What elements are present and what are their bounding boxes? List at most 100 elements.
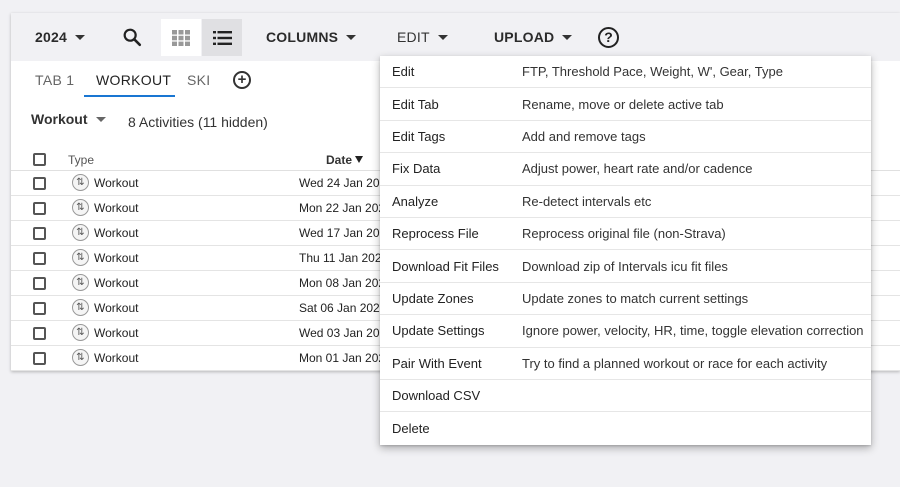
list-icon (212, 30, 232, 45)
filter-selected-label: Workout (31, 111, 88, 127)
row-type: Workout (94, 176, 139, 190)
menu-item-analyze[interactable]: Analyze Re-detect intervals etc (380, 186, 871, 218)
search-icon (123, 28, 142, 47)
menu-item-description: Update zones to match current settings (522, 290, 749, 306)
chevron-down-icon (74, 34, 85, 40)
row-date: Mon 01 Jan 2024 (299, 351, 392, 365)
menu-item-download-fit-files[interactable]: Download Fit Files Download zip of Interv… (380, 250, 871, 283)
row-type: Workout (94, 251, 139, 265)
menu-item-description: Ignore power, velocity, HR, time, toggle… (522, 323, 864, 339)
column-header-type[interactable]: Type (68, 153, 94, 167)
row-date: Mon 08 Jan 2024 (299, 276, 392, 290)
menu-item-edit-tab[interactable]: Edit Tab Rename, move or delete active ta… (380, 88, 871, 121)
menu-item-label: Download CSV (392, 388, 481, 404)
chevron-down-icon (346, 34, 357, 40)
menu-item-label: Edit Tab (392, 96, 439, 112)
menu-item-label: Edit Tags (392, 128, 446, 144)
workout-type-icon: ⇅ (72, 299, 89, 316)
workout-type-icon: ⇅ (72, 324, 89, 341)
row-type: Workout (94, 276, 139, 290)
menu-item-fix-data[interactable]: Fix Data Adjust power, heart rate and/or … (380, 153, 871, 186)
menu-item-description: Adjust power, heart rate and/or cadence (522, 161, 753, 177)
column-header-date[interactable]: Date (326, 153, 364, 167)
edit-label: EDIT (397, 29, 430, 45)
menu-item-description: Download zip of Intervals icu fit files (522, 258, 728, 274)
select-all-checkbox[interactable] (33, 153, 46, 166)
menu-item-description: Add and remove tags (522, 128, 646, 144)
menu-item-update-settings[interactable]: Update Settings Ignore power, velocity, H… (380, 315, 871, 348)
row-checkbox[interactable] (33, 177, 46, 190)
menu-item-label: Edit (392, 64, 415, 80)
tab-ski[interactable]: SKI (187, 61, 210, 98)
edit-dropdown-menu: Edit FTP, Threshold Pace, Weight, W', Gea… (380, 56, 871, 445)
row-date: Wed 17 Jan 2024 (299, 226, 393, 240)
row-type: Workout (94, 326, 139, 340)
menu-item-description: Re-detect intervals etc (522, 193, 652, 209)
add-tab-icon[interactable]: + (233, 71, 251, 89)
active-tab-indicator (84, 95, 175, 97)
menu-item-label: Pair With Event (392, 355, 482, 371)
help-button[interactable]: ? (598, 13, 619, 61)
row-date: Wed 03 Jan 2024 (299, 326, 393, 340)
grid-icon (172, 29, 190, 46)
activities-count: 8 Activities (11 hidden) (128, 114, 268, 130)
workout-type-icon: ⇅ (72, 349, 89, 366)
row-date: Mon 22 Jan 2024 (299, 201, 392, 215)
year-select[interactable]: 2024 (35, 13, 85, 61)
row-checkbox[interactable] (33, 302, 46, 315)
row-checkbox[interactable] (33, 327, 46, 340)
row-checkbox[interactable] (33, 277, 46, 290)
columns-menu-button[interactable]: COLUMNS (266, 13, 357, 61)
chevron-down-icon (95, 116, 106, 122)
row-checkbox[interactable] (33, 352, 46, 365)
row-date: Sat 06 Jan 2024 (299, 301, 387, 315)
row-type: Workout (94, 201, 139, 215)
menu-item-label: Update Zones (392, 290, 474, 306)
menu-item-edit-tags[interactable]: Edit Tags Add and remove tags (380, 121, 871, 154)
activity-type-filter[interactable]: Workout (31, 111, 106, 127)
help-icon: ? (598, 26, 619, 48)
menu-item-label: Analyze (392, 193, 439, 209)
chevron-down-icon (437, 34, 448, 40)
workout-type-icon: ⇅ (72, 174, 89, 191)
row-date: Thu 11 Jan 2024 (299, 251, 389, 265)
menu-item-pair-with-event[interactable]: Pair With Event Try to find a planned wor… (380, 348, 871, 380)
menu-item-label: Update Settings (392, 323, 485, 339)
menu-item-description: Reprocess original file (non-Strava) (522, 226, 726, 242)
edit-menu-button[interactable]: EDIT (397, 13, 448, 61)
row-checkbox[interactable] (33, 202, 46, 215)
chevron-down-icon (562, 34, 573, 40)
workout-type-icon: ⇅ (72, 199, 89, 216)
row-type: Workout (94, 226, 139, 240)
row-type: Workout (94, 351, 139, 365)
menu-item-description: Rename, move or delete active tab (522, 96, 724, 112)
tab-workout[interactable]: WORKOUT (96, 61, 171, 98)
sort-descending-icon (355, 156, 364, 163)
menu-item-download-csv[interactable]: Download CSV (380, 380, 871, 413)
menu-item-delete[interactable]: Delete (380, 412, 871, 444)
row-checkbox[interactable] (33, 227, 46, 240)
tab-tab-1[interactable]: TAB 1 (35, 61, 74, 98)
menu-item-edit[interactable]: Edit FTP, Threshold Pace, Weight, W', Gea… (380, 56, 871, 89)
workout-type-icon: ⇅ (72, 274, 89, 291)
menu-item-label: Download Fit Files (392, 258, 499, 274)
list-view-button[interactable] (202, 19, 242, 56)
row-date: Wed 24 Jan 2024 (299, 176, 393, 190)
menu-item-label: Fix Data (392, 161, 441, 177)
columns-label: COLUMNS (266, 29, 339, 45)
workout-type-icon: ⇅ (72, 224, 89, 241)
menu-item-description: Try to find a planned workout or race fo… (522, 355, 828, 371)
row-checkbox[interactable] (33, 252, 46, 265)
upload-menu-button[interactable]: UPLOAD (494, 13, 573, 61)
menu-item-description: FTP, Threshold Pace, Weight, W', Gear, T… (522, 64, 783, 80)
search-button[interactable] (121, 13, 143, 61)
year-label: 2024 (35, 29, 67, 45)
row-type: Workout (94, 301, 139, 315)
upload-label: UPLOAD (494, 29, 555, 45)
workout-type-icon: ⇅ (72, 249, 89, 266)
toolbar: 2024 COLUMNS EDIT UPLOAD ? (11, 13, 900, 61)
column-header-date-label: Date (326, 153, 353, 167)
menu-item-update-zones[interactable]: Update Zones Update zones to match curren… (380, 283, 871, 316)
menu-item-reprocess-file[interactable]: Reprocess File Reprocess original file (n… (380, 218, 871, 251)
grid-view-button[interactable] (161, 19, 201, 56)
